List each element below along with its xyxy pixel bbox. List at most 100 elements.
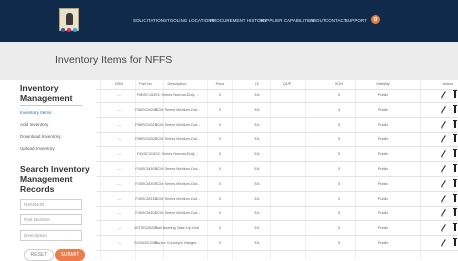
cell-soh: 5 [337,241,341,245]
delete-icon[interactable] [453,104,457,113]
edit-pencil-icon[interactable] [441,91,447,98]
delete-icon[interactable] [453,149,457,158]
cell-description: SCM Series Medium-Dut... [155,167,201,171]
sidebar-item-inventory-items[interactable]: Inventory Items [20,110,51,115]
edit-pencil-icon[interactable] [441,150,447,158]
part-number-input[interactable] [20,214,82,225]
cell-soh: 5 [337,122,341,127]
top-navigation-bar: SOLICITATIONS TOOLING LOCATIONS PROCUREM… [0,0,458,42]
cell-visibility: Public [377,167,389,171]
cell-description: Ball Bearing Take-Up Unit [155,226,199,231]
cell-ui: EA [254,93,260,97]
delete-icon[interactable] [453,238,457,246]
row-divider [97,161,458,162]
sidebar-item-add-inventory[interactable]: Add Inventory [20,122,48,127]
row-divider [97,102,458,103]
edit-pencil-icon[interactable] [441,165,447,172]
cell-ui: EA [254,152,260,157]
row-divider [97,220,458,221]
cell-visibility: Public [377,196,389,201]
edit-pencil-icon[interactable] [441,239,447,246]
submit-button[interactable]: SUBMIT [55,249,85,261]
cell-visibility: Public [377,211,389,216]
cell-description: SC Series Normal-Duty ... [155,152,199,157]
reset-button[interactable]: RESET [24,249,54,261]
cell-ui: EA [254,211,260,216]
edit-pencil-icon[interactable] [441,135,447,143]
delete-icon[interactable] [453,90,457,98]
sidebar-item-download-inventory[interactable]: Download Inventory [20,134,61,139]
user-icon[interactable] [371,15,380,24]
cell-ui: EA [254,137,260,142]
cell-visibility: Public [377,226,389,231]
cell-visibility: Public [377,152,389,157]
delete-icon[interactable] [453,193,457,202]
cell-ui: EA [254,167,260,171]
sidebar-heading: Inventory Management [20,83,73,103]
cell-soh: 4 [337,107,341,112]
nav-item-tooling-locations[interactable]: TOOLING LOCATIONS [167,18,215,23]
cell-description: SCM Series Medium-Dut... [155,122,201,127]
cell-ui: EA [254,122,260,127]
cell-visibility: Public [377,93,389,97]
sidebar-item-upload-inventory[interactable]: Upload Inventory [20,146,55,151]
column-header-description[interactable]: Description [157,82,197,86]
delete-icon[interactable] [453,178,457,187]
delete-icon[interactable] [453,223,457,232]
cell-soh: 5 [337,137,341,142]
delete-icon[interactable] [453,164,457,172]
column-header-action[interactable]: Action [428,82,458,86]
edit-pencil-icon[interactable] [441,105,447,113]
column-header-visibility[interactable]: Visibility [363,82,403,86]
delete-icon[interactable] [453,134,457,143]
cell-soh: 5 [337,181,341,186]
cell-soh: 5 [337,167,341,171]
page-title: Inventory Items for NFFS [55,54,173,66]
column-header-soh[interactable]: SOH [319,82,359,86]
row-divider [97,131,458,133]
column-header-price[interactable]: Price [200,82,240,86]
cell-description: SC Series Normal-Duty ... [155,93,199,97]
cell-description: SCM Series Medium-Dut... [155,181,201,186]
nav-item-about[interactable]: ABOUT [310,18,326,23]
cell-soh: 5 [337,93,341,97]
cell-ui: EA [254,196,260,201]
edit-pencil-icon[interactable] [441,194,447,202]
nav-item-supplier-capabilities[interactable]: SUPPLIER CAPABILITIES [260,18,314,23]
nav-item-contact[interactable]: CONTACT [325,18,347,23]
cell-ui: EA [254,107,260,112]
edit-pencil-icon[interactable] [441,209,447,217]
twitter-icon[interactable] [73,28,77,32]
cell-soh: 0 [337,196,341,201]
cell-description: SCM Series Medium-Dut... [155,211,201,216]
delete-icon[interactable] [453,208,457,217]
row-divider [97,235,458,236]
nav-item-solicitations[interactable]: SOLICITATIONS [133,18,167,23]
cell-description: SCM Series Medium-Dut... [155,107,201,112]
column-separator [305,80,306,259]
nsn-input[interactable] [20,199,82,210]
facebook-icon[interactable] [61,28,65,32]
column-header-qup[interactable]: QUP [267,82,307,86]
nav-item-support[interactable]: SUPPORT [345,18,367,23]
cell-description: Screw Conveyor Hanger... [155,241,200,245]
row-divider [97,116,458,118]
cell-visibility: Public [377,241,389,245]
row-divider [97,205,458,207]
flickr-icon[interactable] [67,28,71,32]
delete-icon[interactable] [453,119,457,128]
row-divider [97,176,458,177]
cell-description: SCM Series Medium-Dut... [155,196,201,201]
description-input[interactable] [20,230,82,241]
edit-pencil-icon[interactable] [441,224,447,232]
column-separator [420,80,421,259]
row-divider [97,250,458,251]
edit-pencil-icon[interactable] [441,179,447,187]
row-divider [97,190,458,192]
nav-item-procurement-history[interactable]: PROCUREMENT HISTORY [210,18,267,23]
header-divider [97,89,458,90]
cell-soh: 5 [337,152,341,157]
cell-soh: 5 [337,211,341,216]
row-divider [97,146,458,147]
edit-pencil-icon[interactable] [441,120,447,128]
